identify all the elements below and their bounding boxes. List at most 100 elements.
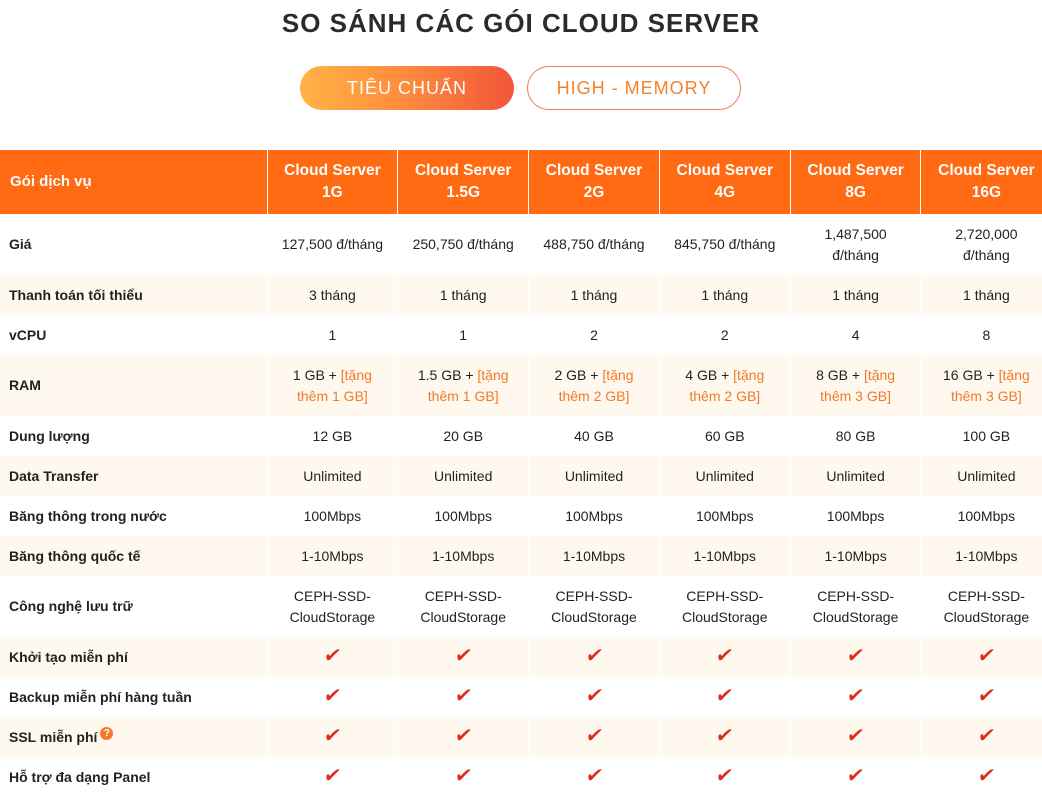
table-cell: ✔	[920, 637, 1042, 677]
table-cell: 100Mbps	[397, 496, 530, 536]
table-cell: ✔	[528, 637, 660, 677]
table-cell: 100Mbps	[659, 496, 791, 536]
table-cell: ✔	[659, 637, 791, 677]
ram-cell: 1.5 GB + [tặng thêm 1 GB]	[397, 355, 530, 416]
table-cell: ✔	[659, 717, 791, 757]
ram-cell: 4 GB + [tặng thêm 2 GB]	[659, 355, 791, 416]
table-cell: ✔	[267, 757, 399, 797]
table-row-ram: RAM 1 GB + [tặng thêm 1 GB] 1.5 GB + [tặn…	[0, 355, 1042, 416]
table-cell: Unlimited	[790, 456, 922, 496]
tech-text: CloudStorage	[289, 608, 376, 625]
check-icon: ✔	[583, 645, 605, 667]
row-label: Khởi tạo miễn phí	[0, 637, 268, 677]
table-cell: 3 tháng	[267, 275, 399, 315]
table-cell: ✔	[528, 717, 660, 757]
table-cell: 1 tháng	[397, 275, 530, 315]
ram-bonus: thêm 1 GB]	[427, 387, 499, 404]
plan-size: 1.5G	[446, 184, 480, 201]
tech-text: CloudStorage	[551, 608, 637, 625]
table-cell: 1	[397, 315, 530, 355]
tech-text: CloudStorage	[943, 608, 1030, 625]
table-cell: 40 GB	[528, 416, 660, 456]
table-cell: CEPH-SSD- CloudStorage	[659, 576, 791, 637]
tab-high-memory[interactable]: HIGH - MEMORY	[527, 66, 741, 110]
table-cell: 12 GB	[267, 416, 399, 456]
table-cell: ✔	[790, 717, 922, 757]
table-cell: ✔	[920, 757, 1042, 797]
table-cell: ✔	[397, 677, 530, 717]
table-cell: 100 GB	[920, 416, 1042, 456]
question-icon[interactable]: ?	[100, 726, 114, 740]
table-row-free-setup: Khởi tạo miễn phí ✔ ✔ ✔ ✔ ✔ ✔	[0, 637, 1042, 677]
row-label: Giá	[0, 214, 268, 275]
tab-standard[interactable]: TIÊU CHUẨN	[300, 66, 514, 110]
check-icon: ✔	[976, 765, 997, 787]
tech-text: CEPH-SSD-	[293, 587, 371, 604]
price-unit: đ/tháng	[832, 246, 879, 263]
table-cell: ✔	[397, 757, 530, 797]
ram-bonus: thêm 3 GB]	[950, 387, 1022, 404]
ram-cell: 2 GB + [tặng thêm 2 GB]	[528, 355, 660, 416]
table-cell: 1-10Mbps	[920, 536, 1042, 576]
row-label: Công nghệ lưu trữ	[0, 576, 268, 637]
price-text: 127,500 đ/tháng	[281, 236, 383, 252]
table-cell: 100Mbps	[267, 496, 399, 536]
table-cell: ✔	[659, 677, 791, 717]
ram-cell: 1 GB + [tặng thêm 1 GB]	[267, 355, 399, 416]
check-icon: ✔	[322, 725, 343, 747]
table-row-domestic-bandwidth: Băng thông trong nước 100Mbps 100Mbps 10…	[0, 496, 1042, 536]
table-cell: ✔	[528, 757, 660, 797]
ram-bonus: [tặng	[998, 366, 1030, 383]
table-row-intl-bandwidth: Băng thông quốc tế 1-10Mbps 1-10Mbps 1-1…	[0, 536, 1042, 576]
ram-bonus: [tặng	[340, 366, 372, 383]
check-icon: ✔	[976, 645, 997, 667]
ram-bonus: thêm 2 GB]	[689, 387, 761, 404]
check-icon: ✔	[714, 765, 736, 787]
table-cell: 2	[528, 315, 660, 355]
ram-base: 8 GB +	[816, 366, 864, 383]
table-cell: Unlimited	[920, 456, 1042, 496]
table-cell: ✔	[267, 717, 399, 757]
table-row-min-payment: Thanh toán tối thiểu 3 tháng 1 tháng 1 t…	[0, 275, 1042, 315]
table-cell: 1 tháng	[920, 275, 1042, 315]
plan-name: Cloud Server	[807, 162, 904, 179]
table-cell: 100Mbps	[920, 496, 1042, 536]
header-service-label: Gói dịch vụ	[0, 150, 268, 214]
row-label: Data Transfer	[0, 456, 268, 496]
check-icon: ✔	[845, 765, 866, 787]
table-cell: 1-10Mbps	[790, 536, 922, 576]
tech-text: CEPH-SSD-	[424, 587, 502, 604]
price-unit: đ/tháng	[963, 246, 1010, 263]
ram-cell: 16 GB + [tặng thêm 3 GB]	[920, 355, 1042, 416]
table-cell: 60 GB	[659, 416, 791, 456]
ram-bonus: thêm 2 GB]	[558, 387, 630, 404]
row-label: SSL miễn phí?	[0, 717, 268, 757]
price-cell: 1,487,500 đ/tháng	[790, 214, 922, 275]
check-icon: ✔	[845, 725, 866, 747]
check-icon: ✔	[322, 685, 343, 707]
plan-name: Cloud Server	[414, 162, 512, 179]
tech-text: CEPH-SSD-	[817, 587, 895, 604]
table-cell: 1 tháng	[790, 275, 922, 315]
table-cell: ✔	[790, 637, 922, 677]
header-plan: Cloud Server 1G	[267, 150, 399, 214]
table-cell: 20 GB	[397, 416, 530, 456]
price-cell: 488,750 đ/tháng	[528, 214, 660, 275]
check-icon: ✔	[845, 685, 866, 707]
price-cell: 250,750 đ/tháng	[397, 214, 530, 275]
check-icon: ✔	[583, 685, 605, 707]
row-label: Băng thông quốc tế	[0, 536, 268, 576]
table-cell: ✔	[659, 757, 791, 797]
header-plan: Cloud Server 1.5G	[397, 150, 530, 214]
tech-text: CloudStorage	[812, 608, 899, 625]
table-cell: Unlimited	[397, 456, 530, 496]
table-row-data-transfer: Data Transfer Unlimited Unlimited Unlimi…	[0, 456, 1042, 496]
table-row-price: Giá 127,500 đ/tháng 250,750 đ/tháng 488,…	[0, 214, 1042, 275]
ram-base: 4 GB +	[685, 366, 734, 383]
table-cell: 1-10Mbps	[659, 536, 791, 576]
plan-name: Cloud Server	[938, 162, 1035, 179]
check-icon: ✔	[976, 685, 997, 707]
ram-bonus: [tặng	[733, 366, 765, 383]
table-cell: 1-10Mbps	[528, 536, 660, 576]
table-cell: 1-10Mbps	[397, 536, 530, 576]
